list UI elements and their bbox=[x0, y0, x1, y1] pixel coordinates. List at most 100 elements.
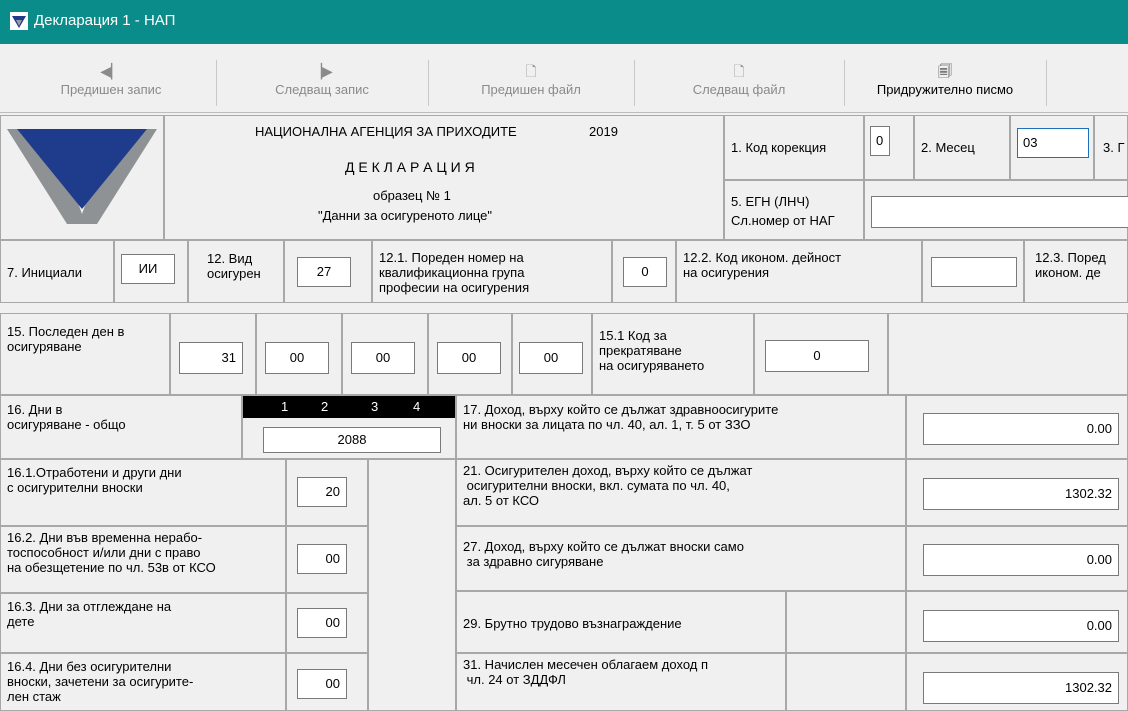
last-day-input-4[interactable]: 00 bbox=[437, 342, 501, 374]
childcare-days-label: 16.3. Дни за отглеждане на дете bbox=[7, 599, 172, 629]
month-input[interactable]: 03 bbox=[1017, 128, 1089, 158]
egn-cell bbox=[864, 180, 1128, 240]
health-only-income-input[interactable]: 0.00 bbox=[923, 544, 1119, 576]
health-income-cell: 0.00 bbox=[906, 395, 1128, 459]
correction-code-label-cell: 1. Код корекция bbox=[724, 115, 864, 180]
qualification-group-label-cell: 12.1. Пореден номер на квалификационна г… bbox=[372, 240, 612, 303]
logo-cell bbox=[0, 115, 164, 240]
month-cell: 03 bbox=[1010, 115, 1094, 180]
days-col-2: 2 bbox=[321, 399, 329, 414]
row15-empty-cell bbox=[888, 313, 1128, 395]
noncontrib-days-label: 16.4. Дни без осигурителни вноски, зачет… bbox=[7, 659, 194, 704]
last-day-label-cell: 15. Последен ден в осигуряване bbox=[0, 313, 170, 395]
noncontrib-days-input[interactable]: 00 bbox=[297, 669, 347, 699]
noncontrib-days-cell: 00 bbox=[286, 653, 368, 711]
file-next-icon: 🗋 bbox=[733, 63, 745, 79]
egn-value bbox=[878, 201, 994, 223]
health-only-income-label-cell: 27. Доход, върху който се дължат вноски … bbox=[456, 526, 906, 591]
childcare-days-cell: 00 bbox=[286, 593, 368, 653]
last-day-input-2[interactable]: 00 bbox=[265, 342, 329, 374]
title-bar: Декларация 1 - НАП bbox=[0, 0, 1128, 44]
declaration-year: 2019 bbox=[589, 124, 618, 139]
prev-record-label: Предишен запис bbox=[60, 82, 162, 97]
declaration-title: Д Е К Л А Р А Ц И Я bbox=[345, 159, 475, 175]
last-day-cell-5: 00 bbox=[512, 313, 592, 395]
field-3-label: 3. Г bbox=[1103, 140, 1125, 155]
insured-type-label: 12. Вид осигурен bbox=[207, 251, 261, 281]
termination-code-input[interactable]: 0 bbox=[765, 340, 869, 372]
initials-input[interactable]: ИИ bbox=[121, 254, 175, 284]
qualification-group-cell: 0 bbox=[612, 240, 676, 303]
document-icon: 🗐 bbox=[938, 63, 952, 79]
next-record-label: Следващ запис bbox=[275, 82, 369, 97]
gross-salary-spacer bbox=[786, 591, 906, 653]
total-days-cell: 1 2 3 4 2088 bbox=[242, 395, 456, 459]
termination-code-label: 15.1 Код за прекратяване на осигуряванет… bbox=[599, 328, 705, 373]
qualification-group-input[interactable]: 0 bbox=[623, 257, 667, 287]
next-record-button[interactable]: ▕▶ Следващ запис bbox=[216, 60, 429, 106]
initials-label-cell: 7. Инициали bbox=[0, 240, 114, 303]
egn-label-cell: 5. ЕГН (ЛНЧ) Сл.номер от НАГ bbox=[724, 180, 864, 240]
termination-code-label-cell: 15.1 Код за прекратяване на осигуряванет… bbox=[592, 313, 754, 395]
worked-days-input[interactable]: 20 bbox=[297, 477, 347, 507]
file-prev-icon: 🗋 bbox=[525, 63, 537, 79]
correction-code-label: 1. Код корекция bbox=[731, 140, 827, 155]
taxable-income-spacer bbox=[786, 653, 906, 711]
cover-letter-label: Придружително писмо bbox=[876, 82, 1014, 97]
insurance-income-cell: 1302.32 bbox=[906, 459, 1128, 526]
noncontrib-days-label-cell: 16.4. Дни без осигурителни вноски, зачет… bbox=[0, 653, 286, 711]
last-day-input-5[interactable]: 00 bbox=[519, 342, 583, 374]
egn-label: 5. ЕГН (ЛНЧ) bbox=[731, 194, 810, 209]
month-label: 2. Месец bbox=[921, 140, 975, 155]
termination-code-cell: 0 bbox=[754, 313, 888, 395]
economic-activity-label: 12.2. Код иконом. дейност на осигурения bbox=[683, 250, 842, 280]
gross-salary-input[interactable]: 0.00 bbox=[923, 610, 1119, 642]
health-only-income-label: 27. Доход, върху който се дължат вноски … bbox=[463, 539, 744, 569]
economic-activity-label-cell: 12.2. Код иконом. дейност на осигурения bbox=[676, 240, 922, 303]
insured-type-input[interactable]: 27 bbox=[297, 257, 351, 287]
correction-code-cell: 0 bbox=[864, 115, 914, 180]
childcare-days-label-cell: 16.3. Дни за отглеждане на дете bbox=[0, 593, 286, 653]
prev-record-button[interactable]: ◀▏ Предишен запис bbox=[6, 60, 217, 106]
last-day-input-3[interactable]: 00 bbox=[351, 342, 415, 374]
days-col-4: 4 bbox=[413, 399, 421, 414]
egn-input[interactable] bbox=[871, 196, 1128, 228]
next-file-label: Следващ файл bbox=[692, 82, 786, 97]
total-days-label: 16. Дни в осигуряване - общо bbox=[7, 402, 126, 432]
economic-activity-cell bbox=[922, 240, 1024, 303]
total-days-input[interactable]: 2088 bbox=[263, 427, 441, 453]
prev-file-button[interactable]: 🗋 Предишен файл bbox=[428, 60, 635, 106]
worked-days-label-cell: 16.1.Отработени и други дни с осигурител… bbox=[0, 459, 286, 526]
app-logo-icon bbox=[10, 12, 28, 30]
field-12-3-label: 12.3. Поред иконом. де bbox=[1035, 250, 1106, 280]
taxable-income-label: 31. Начислен месечен облагаем доход п чл… bbox=[463, 657, 708, 687]
next-file-button[interactable]: 🗋 Следващ файл bbox=[634, 60, 845, 106]
taxable-income-input[interactable]: 1302.32 bbox=[923, 672, 1119, 704]
initials-cell: ИИ bbox=[114, 240, 188, 303]
initials-label: 7. Инициали bbox=[7, 265, 83, 280]
window-title: Декларация 1 - НАП bbox=[34, 12, 176, 29]
form-number: образец № 1 bbox=[373, 188, 451, 203]
arrow-right-icon: ▕▶ bbox=[311, 63, 333, 79]
field-12-3-cell: 12.3. Поред иконом. де bbox=[1024, 240, 1128, 303]
last-day-label: 15. Последен ден в осигуряване bbox=[7, 324, 125, 354]
agency-name: НАЦИОНАЛНА АГЕНЦИЯ ЗА ПРИХОДИТЕ bbox=[255, 124, 517, 139]
left-spacer-cell bbox=[368, 459, 456, 711]
correction-code-input[interactable]: 0 bbox=[870, 126, 890, 156]
month-label-cell: 2. Месец bbox=[914, 115, 1010, 180]
last-day-cell-4: 00 bbox=[428, 313, 512, 395]
prev-file-label: Предишен файл bbox=[481, 82, 581, 97]
insurance-income-input[interactable]: 1302.32 bbox=[923, 478, 1119, 510]
childcare-days-input[interactable]: 00 bbox=[297, 608, 347, 638]
cover-letter-button[interactable]: 🗐 Придружително писмо bbox=[844, 60, 1047, 106]
last-day-input-1[interactable]: 31 bbox=[179, 342, 243, 374]
health-income-input[interactable]: 0.00 bbox=[923, 413, 1119, 445]
header-cell: НАЦИОНАЛНА АГЕНЦИЯ ЗА ПРИХОДИТЕ 2019 Д Е… bbox=[164, 115, 724, 240]
nap-logo bbox=[7, 129, 157, 224]
days-column-header: 1 2 3 4 bbox=[243, 396, 455, 418]
gross-salary-cell: 0.00 bbox=[906, 591, 1128, 653]
economic-activity-input[interactable] bbox=[931, 257, 1017, 287]
insurance-income-label: 21. Осигурителен доход, върху който се д… bbox=[463, 463, 753, 508]
last-day-cell-1: 31 bbox=[170, 313, 256, 395]
sick-days-input[interactable]: 00 bbox=[297, 544, 347, 574]
